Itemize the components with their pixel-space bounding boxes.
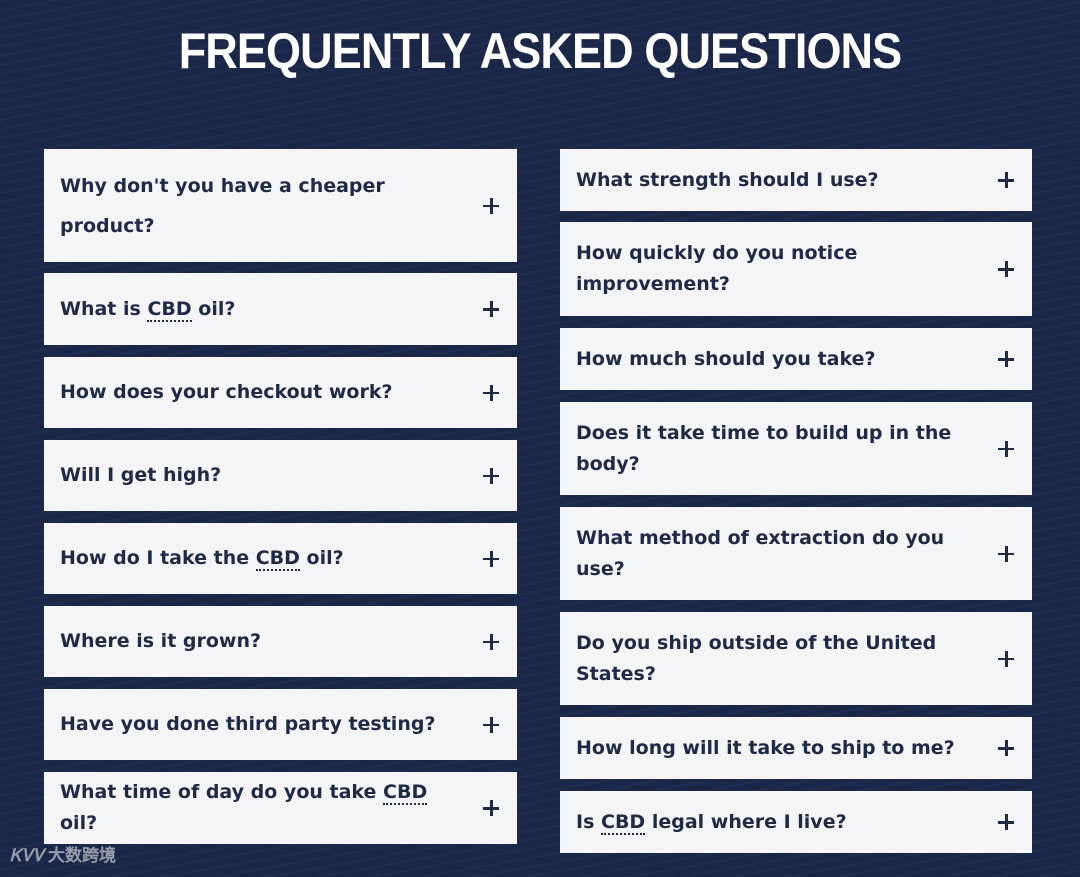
- faq-item-cbd-legal[interactable]: Is CBD legal where I live?: [560, 791, 1032, 853]
- plus-icon[interactable]: [998, 261, 1014, 277]
- plus-icon[interactable]: [998, 545, 1014, 562]
- faq-question: Where is it grown?: [60, 630, 262, 652]
- cbd-abbreviation: CBD: [255, 547, 300, 571]
- faq-question: Will I get high?: [60, 464, 222, 486]
- faq-question: How much should you take?: [576, 347, 876, 370]
- faq-item-ship-outside-us[interactable]: Do you ship outside of the United States…: [560, 612, 1032, 705]
- plus-icon[interactable]: [998, 440, 1014, 457]
- faq-question: What method of extraction do you use?: [576, 526, 945, 580]
- plus-icon[interactable]: [483, 550, 499, 567]
- faq-item-how-much[interactable]: How much should you take?: [560, 328, 1032, 390]
- faq-item-checkout[interactable]: How does your checkout work?: [44, 357, 517, 428]
- faq-item-extraction-method[interactable]: What method of extraction do you use?: [560, 507, 1032, 600]
- plus-icon[interactable]: [483, 633, 499, 650]
- faq-item-third-party-testing[interactable]: Have you done third party testing?: [44, 689, 517, 760]
- watermark-logo: ᏦᏙᏙ: [10, 846, 45, 866]
- plus-icon[interactable]: [483, 197, 499, 214]
- faq-item-take-cbd-oil[interactable]: How do I take the CBD oil?: [44, 523, 517, 594]
- faq-question: Have you done third party testing?: [60, 713, 436, 735]
- plus-icon[interactable]: [483, 467, 499, 484]
- faq-question: What time of day do you take CBD oil?: [60, 781, 428, 834]
- faq-item-strength[interactable]: What strength should I use?: [560, 149, 1032, 211]
- faq-item-shipping-time[interactable]: How long will it take to ship to me?: [560, 717, 1032, 779]
- plus-icon[interactable]: [998, 172, 1014, 188]
- watermark-text: 大数跨境: [48, 846, 117, 866]
- plus-icon[interactable]: [483, 716, 499, 733]
- faq-question: Does it take time to build up in the bod…: [576, 421, 952, 475]
- plus-icon[interactable]: [483, 384, 499, 401]
- page-title: FREQUENTLY ASKED QUESTIONS: [178, 23, 902, 79]
- cbd-abbreviation: CBD: [601, 810, 646, 835]
- cbd-abbreviation: CBD: [147, 297, 192, 322]
- faq-item-what-is-cbd[interactable]: What is CBD oil?: [44, 273, 517, 345]
- faq-item-build-up[interactable]: Does it take time to build up in the bod…: [560, 402, 1032, 495]
- faq-item-notice-improvement[interactable]: How quickly do you notice improvement?: [560, 222, 1032, 316]
- faq-item-get-high[interactable]: Will I get high?: [44, 440, 517, 511]
- faq-item-where-grown[interactable]: Where is it grown?: [44, 606, 517, 677]
- faq-item-cheaper-product[interactable]: Why don't you have a cheaper product?: [44, 149, 517, 262]
- faq-question: Is CBD legal where I live?: [576, 810, 847, 835]
- plus-icon[interactable]: [998, 740, 1014, 756]
- faq-question: What strength should I use?: [576, 168, 879, 191]
- cbd-abbreviation: CBD: [383, 781, 428, 805]
- faq-question: How long will it take to ship to me?: [576, 736, 955, 759]
- plus-icon[interactable]: [998, 814, 1014, 830]
- plus-icon[interactable]: [483, 800, 499, 816]
- plus-icon[interactable]: [483, 301, 499, 317]
- plus-icon[interactable]: [998, 351, 1014, 367]
- faq-question: What is CBD oil?: [60, 297, 236, 322]
- faq-question: Do you ship outside of the United States…: [576, 631, 937, 685]
- faq-question: Why don't you have a cheaper product?: [60, 174, 385, 237]
- faq-question: How do I take the CBD oil?: [60, 547, 344, 571]
- plus-icon[interactable]: [998, 650, 1014, 667]
- watermark: ᏦᏙᏙ 大数跨境: [10, 845, 116, 867]
- faq-question: How does your checkout work?: [60, 381, 393, 403]
- faq-question: How quickly do you notice improvement?: [576, 242, 858, 295]
- faq-item-time-of-day[interactable]: What time of day do you take CBD oil?: [44, 772, 517, 844]
